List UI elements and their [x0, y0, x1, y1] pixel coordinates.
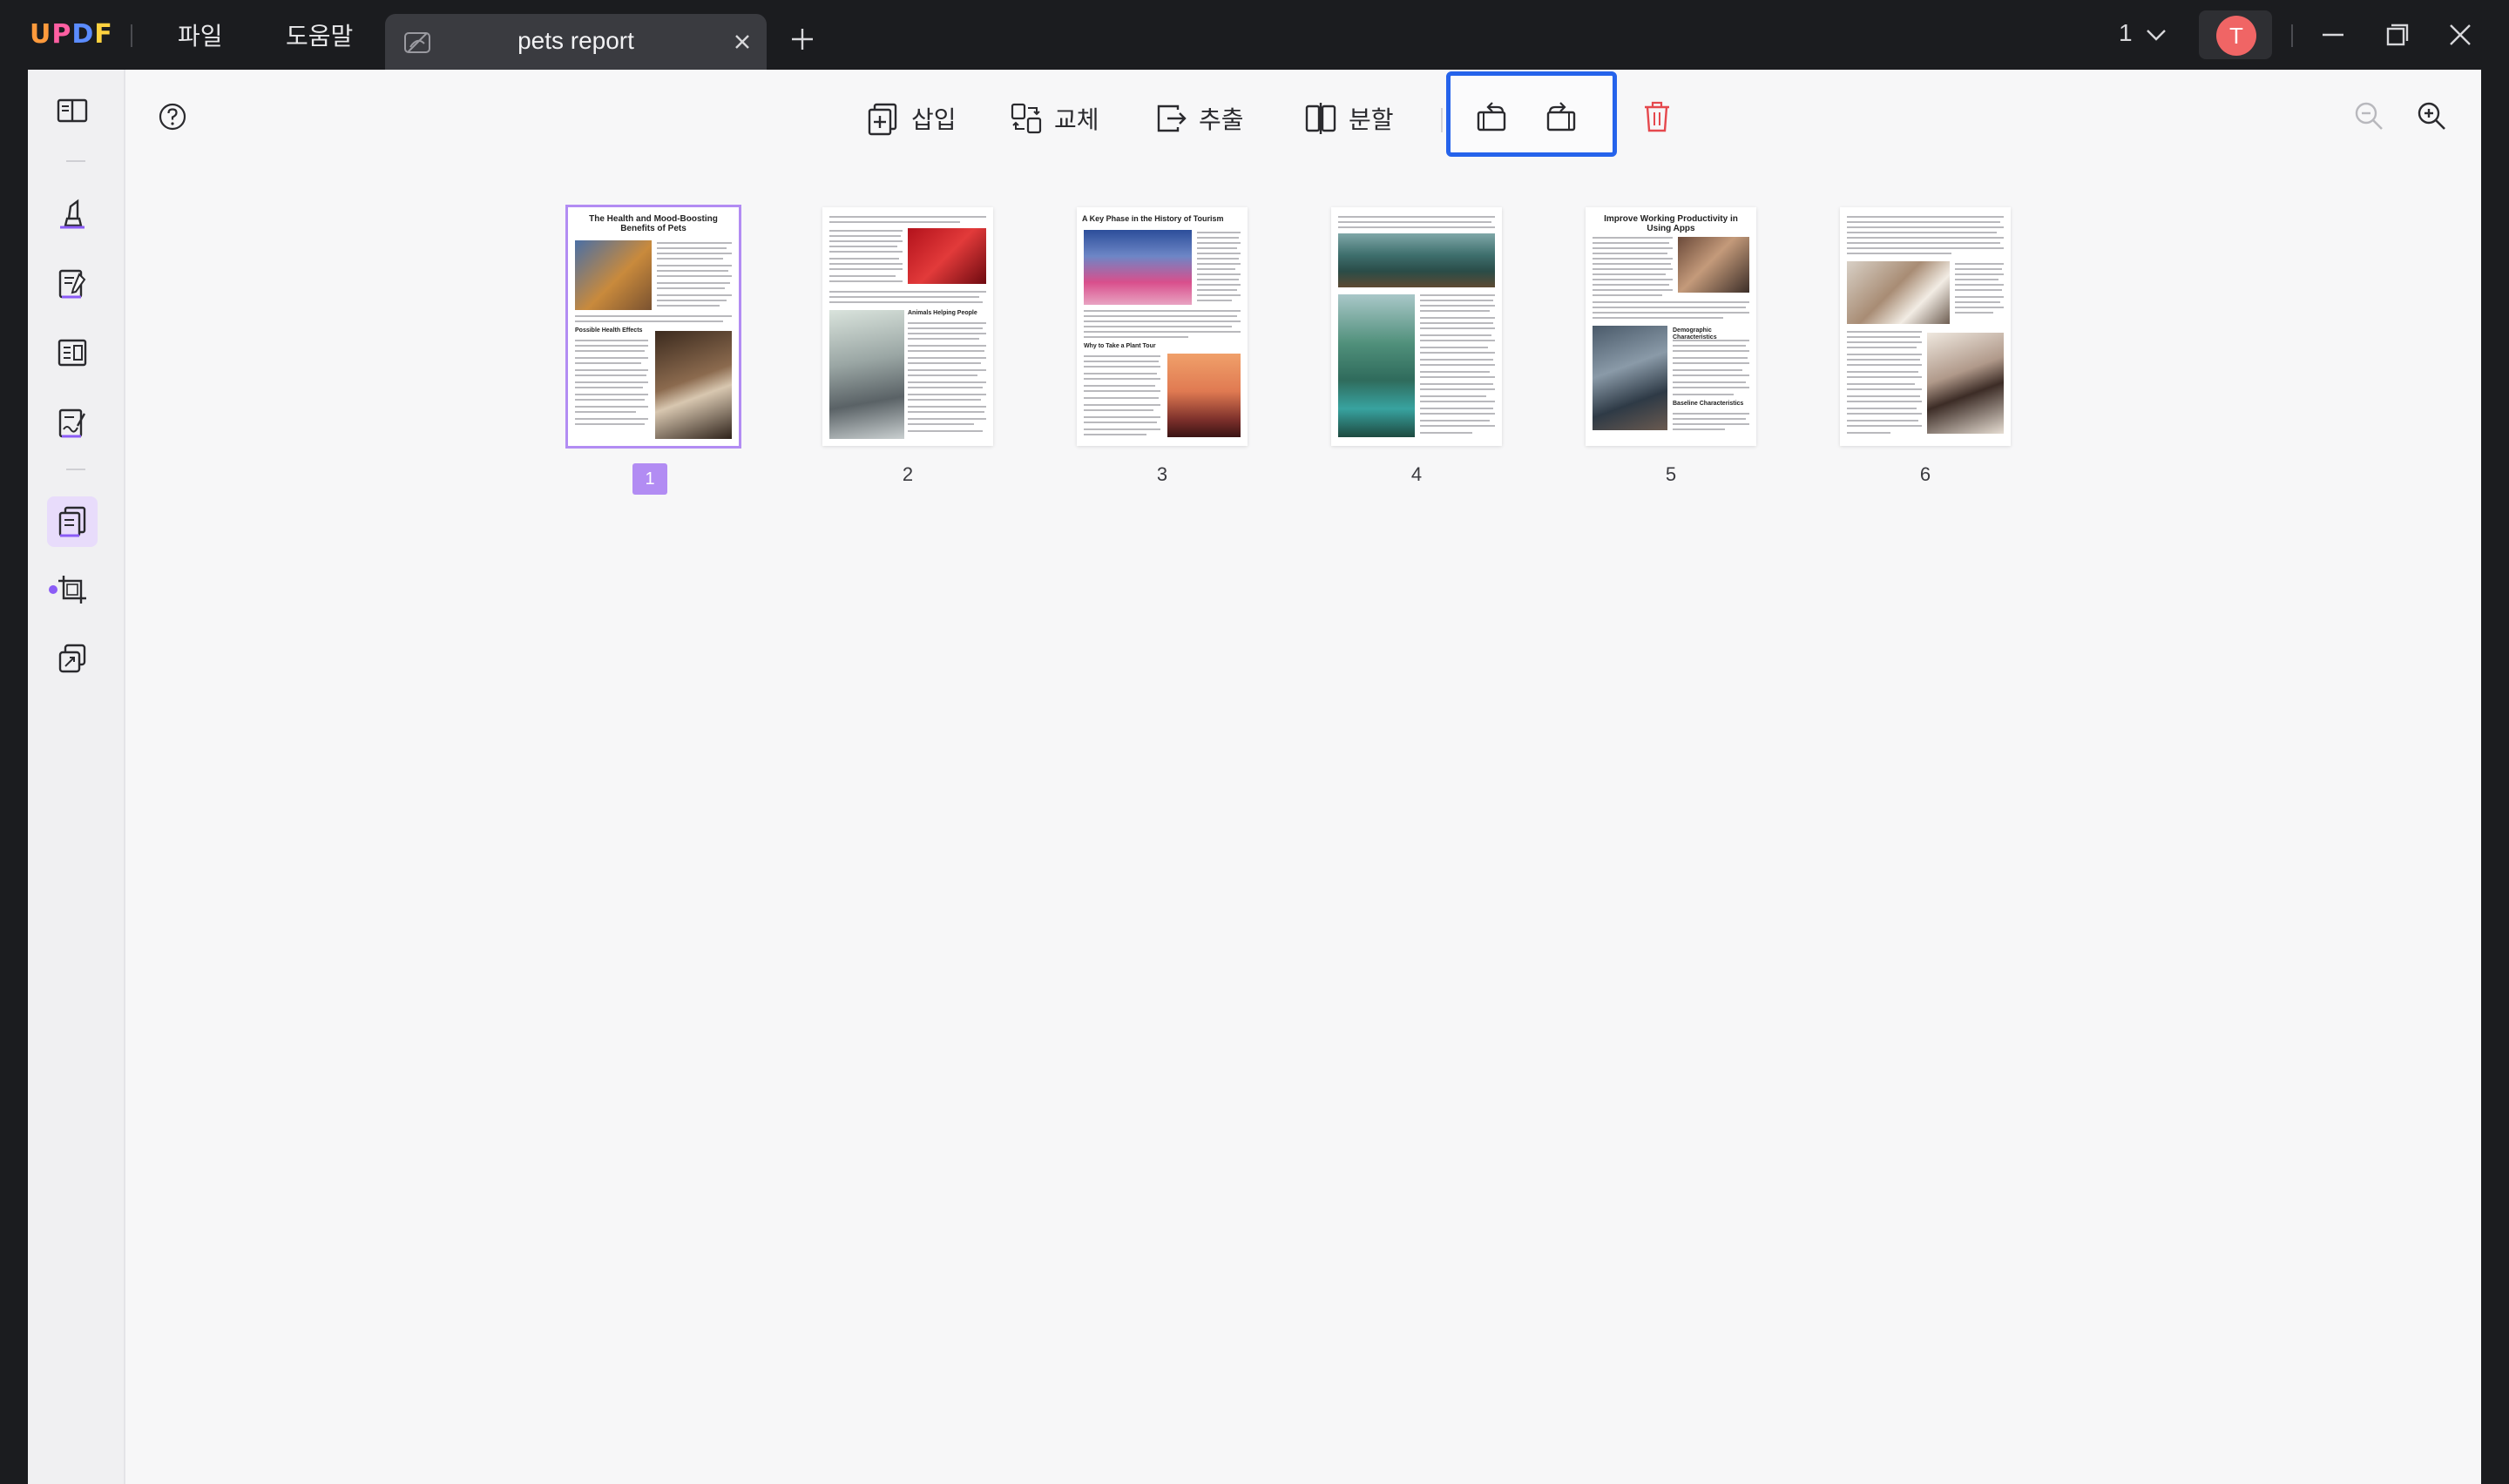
- divider: [66, 469, 85, 470]
- page-number-4: 4: [1410, 463, 1423, 485]
- book-open-icon: [57, 98, 88, 123]
- rail-form-button[interactable]: [47, 327, 98, 378]
- divider: [66, 160, 85, 162]
- signature-icon: [58, 408, 86, 438]
- woman-laptop-photo: [1847, 261, 1950, 324]
- organize-pages-view: 삽입 교체 추출 분할 The Health and Mood-Boosting…: [125, 70, 2481, 1484]
- cat-photo: [575, 240, 652, 310]
- rail-comment-button[interactable]: [47, 188, 98, 239]
- restore-icon[interactable]: [2382, 19, 2413, 51]
- page-thumbnail-3[interactable]: A Key Phase in the History of Tourism Wh…: [1077, 207, 1248, 446]
- edit-text-icon: [58, 269, 86, 299]
- delete-icon[interactable]: [1641, 99, 1673, 134]
- dog-costume-photo: [908, 228, 986, 284]
- help-icon[interactable]: [157, 101, 188, 132]
- document-tab[interactable]: pets report: [385, 14, 767, 70]
- page-thumbnail-1[interactable]: The Health and Mood-Boosting Benefits of…: [565, 205, 741, 449]
- menu-help[interactable]: 도움말: [286, 17, 353, 52]
- zoom-in-icon[interactable]: [2415, 99, 2448, 132]
- highlighter-icon: [60, 199, 85, 229]
- river-valley-photo: [1338, 294, 1415, 437]
- workers-computers-photo: [1593, 326, 1667, 430]
- chevron-down-icon[interactable]: [2145, 24, 2167, 45]
- rail-sign-button[interactable]: [47, 397, 98, 448]
- rotate-right-icon[interactable]: [1543, 98, 1579, 135]
- replace-icon: [1011, 103, 1042, 134]
- tab-title: pets report: [517, 27, 634, 54]
- close-window-icon[interactable]: [2445, 19, 2476, 51]
- page-thumbnail-4[interactable]: [1331, 207, 1502, 446]
- rail-reader-button[interactable]: [47, 85, 98, 136]
- minimize-icon[interactable]: [2317, 19, 2349, 51]
- title-bar: UPDF 파일 도움말 pets report 1 T: [0, 0, 2509, 70]
- page-thumbnail-5[interactable]: Improve Working Productivity in Using Ap…: [1586, 207, 1756, 446]
- page-thumbnail-subheading: Animals Helping People: [908, 310, 977, 316]
- page-thumbnail-title: Improve Working Productivity in Using Ap…: [1604, 214, 1738, 233]
- page-number-3: 3: [1156, 463, 1168, 485]
- crop-icon: [58, 576, 86, 604]
- rotate-left-icon[interactable]: [1473, 98, 1510, 135]
- window-edge: [2481, 70, 2509, 1484]
- divider: [2291, 24, 2293, 47]
- left-tool-rail: [28, 70, 125, 1484]
- dog-cat-photo: [655, 331, 732, 439]
- page-number-2: 2: [902, 463, 914, 485]
- split-label: 분할: [1349, 105, 1394, 134]
- menu-file[interactable]: 파일: [178, 17, 223, 52]
- eiffel-tower-photo: [1167, 354, 1241, 437]
- rail-organize-pages-button[interactable]: [47, 496, 98, 547]
- page-number-6: 6: [1919, 463, 1931, 485]
- woman-writing-photo: [1927, 333, 2004, 434]
- insert-label: 삽입: [911, 105, 957, 134]
- page-thumbnail-title: The Health and Mood-Boosting Benefits of…: [589, 214, 718, 233]
- split-icon: [1305, 103, 1336, 134]
- account-button[interactable]: T: [2199, 10, 2272, 59]
- city-street-photo: [1084, 230, 1192, 305]
- close-icon[interactable]: [727, 26, 758, 57]
- page-number-5: 5: [1665, 463, 1677, 485]
- page-thumbnail-subheading: Why to Take a Plant Tour: [1084, 343, 1156, 349]
- office-team-photo: [1678, 237, 1749, 293]
- split-button[interactable]: 분할: [1303, 98, 1394, 139]
- lake-boats-photo: [1338, 233, 1495, 287]
- app-logo: UPDF: [30, 19, 113, 50]
- page-indicator[interactable]: 1: [2119, 19, 2133, 47]
- rotate-group: [1446, 71, 1617, 157]
- avatar: T: [2216, 16, 2256, 56]
- organize-pages-icon: [58, 506, 86, 537]
- insert-button[interactable]: 삽입: [866, 98, 957, 139]
- form-icon: [57, 339, 87, 367]
- zoom-out-icon[interactable]: [2352, 99, 2385, 132]
- rail-tools-button[interactable]: [47, 634, 98, 685]
- page-thumbnail-subheading-2: Baseline Characteristics: [1673, 401, 1744, 407]
- replace-label: 교체: [1054, 105, 1099, 134]
- plus-icon[interactable]: [788, 24, 817, 54]
- extract-label: 추출: [1199, 105, 1244, 134]
- page-thumbnail-title: A Key Phase in the History of Tourism: [1082, 214, 1224, 223]
- page-number-1: 1: [632, 463, 667, 495]
- divider: [1441, 108, 1443, 132]
- rail-edit-button[interactable]: [47, 258, 98, 308]
- replace-button[interactable]: 교체: [1009, 98, 1099, 139]
- page-thumbnail-6[interactable]: [1840, 207, 2011, 446]
- extract-icon: [1157, 105, 1187, 132]
- page-thumbnail-subheading: Possible Health Effects: [575, 327, 643, 334]
- extract-button[interactable]: 추출: [1153, 98, 1244, 139]
- rail-crop-button[interactable]: [47, 564, 98, 615]
- cat-flowers-photo: [829, 310, 904, 439]
- insert-page-icon: [868, 103, 897, 136]
- layers-icon: [58, 644, 86, 673]
- page-thumbnail-2[interactable]: Animals Helping People: [822, 207, 993, 446]
- divider: [131, 24, 132, 47]
